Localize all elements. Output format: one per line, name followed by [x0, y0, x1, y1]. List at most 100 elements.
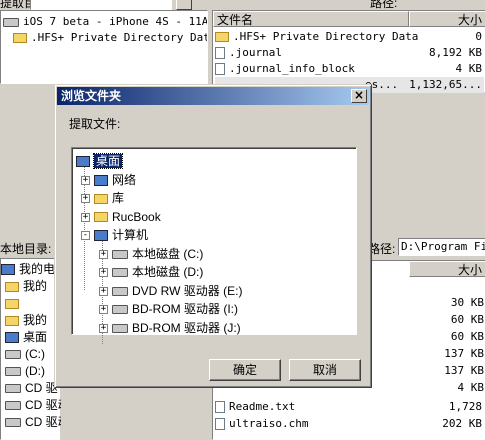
dialog-close-button[interactable]: ×: [351, 89, 367, 103]
folder-tree-label: 本地磁盘 (D:): [132, 265, 204, 279]
file-name: .journal: [229, 46, 282, 59]
drive-icon: [5, 367, 21, 377]
file-icon: [215, 47, 225, 59]
local-tree-label: (D:): [25, 364, 45, 378]
chm-file-icon: [215, 418, 225, 430]
file-row[interactable]: .journal_info_block 4 KB: [215, 61, 484, 77]
local-tree-label: 我的: [23, 279, 48, 293]
drive-icon: [112, 249, 128, 259]
top-left-browse-button[interactable]: [176, 0, 192, 10]
expand-toggle[interactable]: +: [81, 212, 90, 222]
close-icon: ×: [353, 88, 365, 102]
network-icon: [94, 174, 108, 186]
local-dir-tree[interactable]: 我的电脑我的我的桌面(C:)(D:)CD 驱CD 驱动器(I:)CD 驱动器(J…: [0, 258, 61, 440]
folder-icon: [13, 33, 27, 43]
local-tree-item[interactable]: CD 驱动器(I:): [5, 397, 61, 413]
folder-tree[interactable]: 桌面 + 网络 + 库 + RucBook - 计算机 + 本地磁盘 (C:) + 本地磁盘 (D:) +…: [71, 147, 357, 344]
expand-toggle[interactable]: +: [99, 286, 108, 296]
file-name: .HFS+ Private Directory Data: [233, 30, 419, 43]
local-tree-item[interactable]: CD 驱动器(J:): [5, 414, 61, 430]
size-cell: 30 KB: [450, 296, 484, 309]
file-icon: [215, 63, 225, 75]
local-tree-label: (C:): [25, 347, 45, 361]
computer-icon: [94, 230, 108, 242]
expand-toggle[interactable]: +: [81, 194, 90, 203]
folder-tree-label: 库: [112, 191, 125, 205]
folder-tree-item[interactable]: BD-ROM 驱动器 (I:): [112, 300, 238, 318]
top-file-list[interactable]: 文件名 大小 .HFS+ Private Directory Data 0 .jou…: [212, 10, 485, 93]
browse-folder-dialog: 浏览文件夹 × 提取文件: 桌面 + 网络 + 库 + RucBook - 计算机 + 本地磁盘 (…: [54, 84, 372, 388]
local-tree-item[interactable]: 我的: [5, 278, 61, 294]
cd-drive-icon: [5, 384, 21, 394]
bottom-column-header-size[interactable]: 大小: [409, 261, 485, 277]
local-tree-item[interactable]: (C:): [5, 346, 61, 362]
expand-toggle[interactable]: +: [99, 323, 108, 333]
collapse-toggle[interactable]: -: [81, 231, 90, 240]
top-right-panel: 路径: 文件名 大小 .HFS+ Private Directory Data 0…: [212, 0, 485, 93]
local-tree-label: 我的电脑: [19, 262, 57, 276]
local-tree-item[interactable]: 桌面: [5, 329, 61, 345]
local-tree-label: CD 驱: [25, 381, 58, 395]
desktop-icon: [5, 332, 19, 344]
file-size: 8,192 KB: [429, 46, 482, 59]
file-size: 4 KB: [455, 62, 483, 75]
folder-tree-item[interactable]: 计算机: [94, 226, 148, 244]
file-row[interactable]: .journal 8,192 KB: [215, 45, 484, 61]
folder-tree-item[interactable]: 桌面: [76, 152, 124, 170]
folder-tree-label: 桌面: [92, 153, 124, 169]
size-cell: 60 KB: [450, 330, 484, 343]
folder-tree-item[interactable]: 本地磁盘 (D:): [112, 263, 203, 281]
folder-icon: [5, 281, 19, 292]
file-row[interactable]: ultraiso.chm 202 KB: [215, 416, 484, 432]
text-file-icon: [215, 401, 225, 413]
iphone-drive-icon: [3, 17, 19, 27]
file-size: 1,728: [448, 400, 482, 413]
drive-icon: [5, 350, 21, 360]
size-cell: 137 KB: [444, 364, 484, 377]
tree-item-root[interactable]: iOS 7 beta - iPhone 4S - 11A4372: [3, 14, 207, 30]
column-header-size[interactable]: 大小: [409, 11, 485, 27]
expand-toggle[interactable]: +: [99, 249, 108, 259]
folder-tree-item[interactable]: 库: [94, 189, 124, 207]
path-label-bottom: 路径:: [368, 242, 396, 256]
local-tree-item[interactable]: 我的: [5, 312, 61, 328]
size-cell: 60 KB: [450, 313, 484, 326]
user-folder-icon: [94, 212, 108, 223]
expand-toggle[interactable]: +: [99, 305, 108, 314]
expand-toggle[interactable]: +: [81, 175, 90, 185]
folder-tree-item[interactable]: BD-ROM 驱动器 (J:): [112, 319, 241, 337]
folder-tree-label: BD-ROM 驱动器 (J:): [132, 320, 241, 335]
file-name: .journal_info_block: [229, 62, 355, 75]
file-size: 1,132,65...: [409, 78, 482, 91]
folder-tree-item[interactable]: RucBook: [94, 208, 161, 226]
folder-icon: [215, 32, 229, 42]
cancel-button[interactable]: 取消: [289, 359, 361, 381]
bottom-left-panel: 本地目录: 我的电脑我的我的桌面(C:)(D:)CD 驱CD 驱动器(I:)CD…: [0, 238, 61, 440]
local-dir-label: 本地目录:: [0, 242, 52, 256]
folder-icon: [5, 298, 19, 309]
desktop-icon: [76, 156, 90, 168]
library-icon: [94, 193, 108, 204]
dialog-titlebar[interactable]: 浏览文件夹 ×: [57, 87, 369, 105]
top-left-panel: 提取目录: iOS 7 beta - iPhone 4S - 11A4372 .…: [0, 0, 210, 85]
local-tree-label: 桌面: [23, 330, 48, 344]
dialog-prompt: 提取文件:: [69, 117, 121, 131]
top-left-tree[interactable]: iOS 7 beta - iPhone 4S - 11A4372 .HFS+ P…: [0, 10, 208, 84]
ok-button[interactable]: 确定: [209, 359, 281, 381]
column-header-name[interactable]: 文件名: [213, 11, 409, 27]
folder-tree-item[interactable]: 网络: [94, 171, 136, 189]
file-row[interactable]: .HFS+ Private Directory Data 0: [215, 29, 484, 45]
file-row[interactable]: Readme.txt 1,728: [215, 399, 484, 415]
top-left-combo[interactable]: [30, 0, 172, 10]
local-tree-item[interactable]: CD 驱: [5, 380, 61, 396]
folder-tree-item[interactable]: DVD RW 驱动器 (E:): [112, 282, 242, 300]
tree-item-hfs[interactable]: .HFS+ Private Directory Data: [13, 30, 207, 46]
folder-tree-item[interactable]: 本地磁盘 (C:): [112, 245, 203, 263]
path-input-bottom[interactable]: D:\Program Fil: [398, 238, 485, 256]
local-tree-item[interactable]: [5, 295, 61, 311]
local-tree-item[interactable]: (D:): [5, 363, 61, 379]
local-tree-item[interactable]: 我的电脑: [1, 261, 57, 277]
local-tree-label: 我的: [23, 313, 48, 327]
expand-toggle[interactable]: +: [99, 268, 108, 277]
cd-drive-icon: [5, 418, 21, 428]
